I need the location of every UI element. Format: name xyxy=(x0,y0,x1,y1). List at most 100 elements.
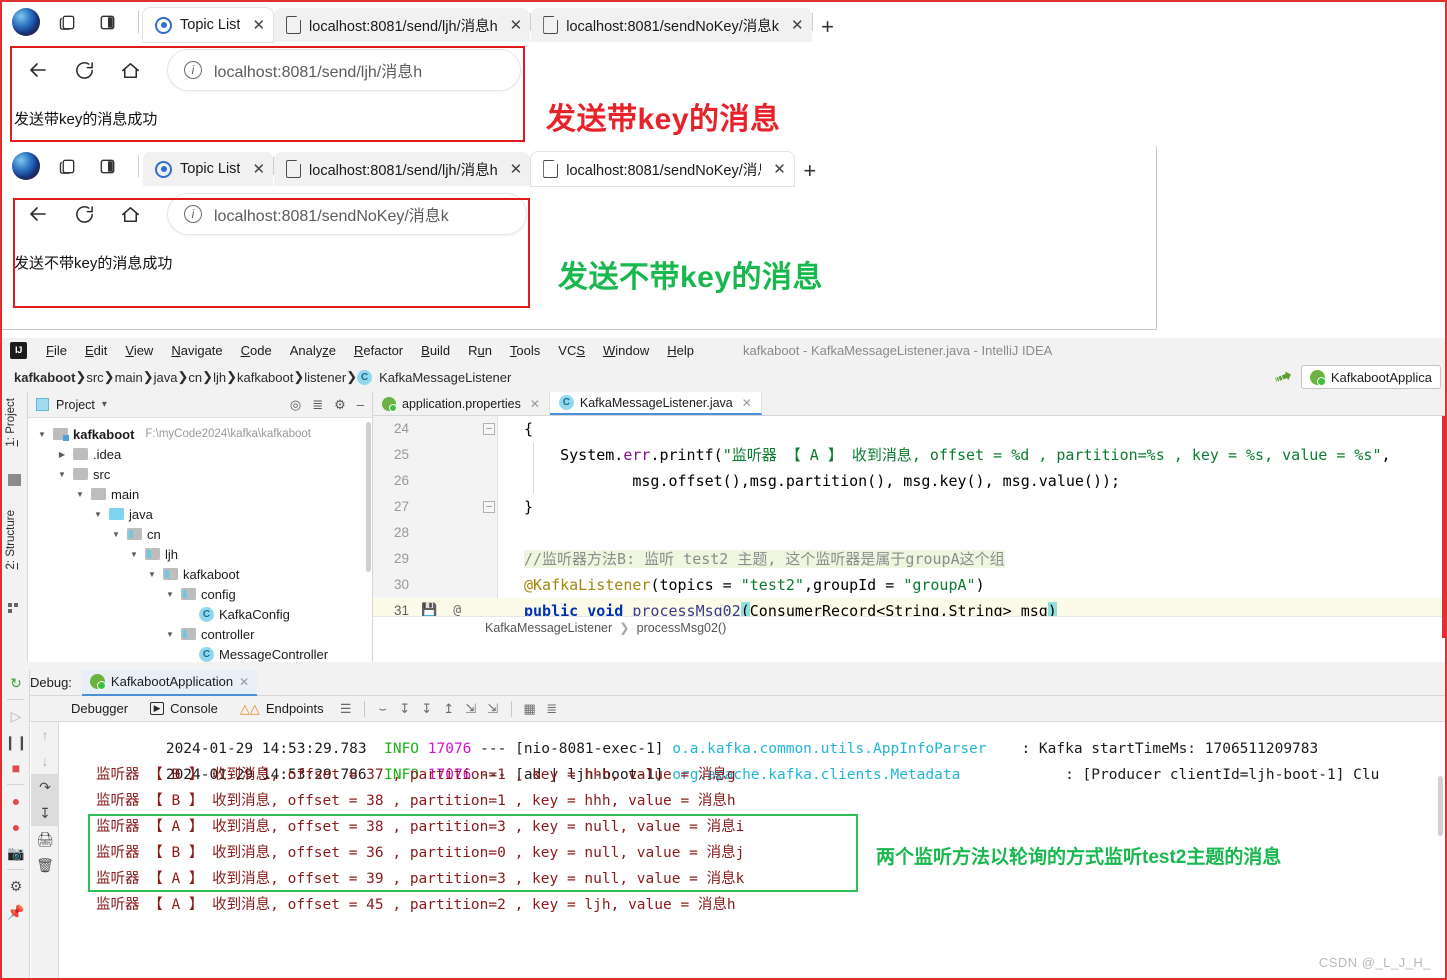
breadcrumb-item-ljh[interactable]: ljh xyxy=(213,370,226,385)
tree-item-config[interactable]: ▼ config xyxy=(28,584,372,604)
chevron-down-icon[interactable]: ▼ xyxy=(74,490,86,499)
run-configuration-selector[interactable]: KafkabootApplica xyxy=(1300,365,1441,389)
mute-breakpoints-icon[interactable]: ● xyxy=(2,814,30,840)
address-bar[interactable]: i localhost:8081/sendNoKey/消息k xyxy=(168,194,526,234)
tree-item-idea[interactable]: ▶ .idea xyxy=(28,444,372,464)
tab-close-icon[interactable]: ✕ xyxy=(742,396,752,410)
editor-tab-application-properties[interactable]: application.properties ✕ xyxy=(373,392,550,415)
breadcrumb-item-kafkaboot[interactable]: kafkaboot xyxy=(14,370,75,385)
force-step-into-icon[interactable]: ↧ xyxy=(416,698,438,720)
up-arrow-icon[interactable]: ↑ xyxy=(31,722,59,748)
menu-tools[interactable]: Tools xyxy=(501,341,549,360)
menu-navigate[interactable]: Navigate xyxy=(162,341,231,360)
tab-close-icon[interactable]: ✕ xyxy=(248,160,265,178)
tab-close-icon[interactable]: ✕ xyxy=(787,16,804,34)
tree-item-kafkaboot[interactable]: ▼ kafkaboot xyxy=(28,564,372,584)
collapse-all-icon[interactable]: ≣ xyxy=(312,397,323,413)
menu-run[interactable]: Run xyxy=(459,341,501,360)
browser2-tab-0[interactable]: Topic List ✕ xyxy=(143,152,274,186)
tree-item-cn[interactable]: ▼ cn xyxy=(28,524,372,544)
chevron-down-icon[interactable]: ▼ xyxy=(110,530,122,539)
soft-wrap-icon[interactable]: ↷ xyxy=(31,774,59,800)
chevron-down-icon[interactable]: ▼ xyxy=(56,470,68,479)
menu-help[interactable]: Help xyxy=(658,341,703,360)
debug-tab-endpoints[interactable]: △△ Endpoints xyxy=(229,696,335,722)
run-to-cursor-icon[interactable]: ⇲ xyxy=(482,698,504,720)
layout-settings-icon[interactable]: ☰ xyxy=(335,698,357,720)
chevron-down-icon[interactable]: ▼ xyxy=(36,430,48,439)
step-over-icon[interactable]: ⌣ xyxy=(372,698,394,720)
code-editor[interactable]: – – – 24 { 25 System.err.printf("监听器 【 A… xyxy=(373,416,1445,638)
editor-breadcrumb-method[interactable]: processMsg02() xyxy=(637,621,727,635)
trash-icon[interactable]: 🗑 xyxy=(31,852,59,878)
menu-view[interactable]: View xyxy=(116,341,162,360)
camera-icon[interactable]: 📷 xyxy=(2,840,30,866)
stop-icon[interactable]: ■ xyxy=(2,755,30,781)
collections-icon[interactable] xyxy=(54,153,80,179)
debug-tab-debugger[interactable]: Debugger xyxy=(60,696,139,722)
home-icon[interactable] xyxy=(108,194,152,234)
breadcrumb-item-src[interactable]: src xyxy=(86,370,103,385)
breadcrumb-item-cn[interactable]: cn xyxy=(188,370,202,385)
gear-icon[interactable]: ⚙ xyxy=(334,397,346,413)
menu-window[interactable]: Window xyxy=(594,341,658,360)
chevron-right-icon[interactable]: ▶ xyxy=(56,450,68,459)
tree-item-messagecontroller[interactable]: C MessageController xyxy=(28,644,372,664)
new-tab-button[interactable]: + xyxy=(813,12,843,42)
settings-gear-icon[interactable]: ⚙ xyxy=(2,873,30,899)
browser1-tab-2[interactable]: localhost:8081/sendNoKey/消息k ✕ xyxy=(531,8,812,42)
table-view-icon[interactable]: ▦ xyxy=(519,698,541,720)
chevron-down-icon[interactable]: ▾ xyxy=(102,399,107,410)
step-out-icon[interactable]: ↥ xyxy=(438,698,460,720)
tree-item-kafkaconfig[interactable]: C KafkaConfig xyxy=(28,604,372,624)
menu-build[interactable]: Build xyxy=(412,341,459,360)
browser1-tab-0[interactable]: Topic List ✕ xyxy=(143,8,274,42)
tree-item-java[interactable]: ▼ java xyxy=(28,504,372,524)
project-scrollbar[interactable] xyxy=(366,422,371,572)
debug-session-tab[interactable]: KafkabootApplication ✕ xyxy=(81,669,258,696)
pin-icon[interactable]: 📌 xyxy=(2,899,30,925)
chevron-down-icon[interactable]: ▼ xyxy=(92,510,104,519)
split-screen-icon[interactable] xyxy=(94,9,120,35)
print-icon[interactable]: 🖨 xyxy=(31,826,59,852)
tree-item-controller[interactable]: ▼ controller xyxy=(28,624,372,644)
tree-item-main[interactable]: ▼ main xyxy=(28,484,372,504)
locate-icon[interactable]: ◎ xyxy=(290,397,301,413)
hide-toolbar-icon[interactable]: ➟ xyxy=(1270,362,1296,392)
rerun-icon[interactable]: ↻ xyxy=(2,670,30,696)
down-arrow-icon[interactable]: ↓ xyxy=(31,748,59,774)
collections-icon[interactable] xyxy=(54,9,80,35)
chevron-down-icon[interactable]: ▼ xyxy=(146,570,158,579)
minimize-icon[interactable]: – xyxy=(357,397,364,412)
tab-close-icon[interactable]: ✕ xyxy=(769,160,786,178)
chevron-down-icon[interactable]: ▼ xyxy=(164,590,176,599)
site-info-icon[interactable]: i xyxy=(184,61,202,79)
tab-close-icon[interactable]: ✕ xyxy=(530,397,540,411)
browser2-tab-1[interactable]: localhost:8081/send/ljh/消息h ✕ xyxy=(274,152,531,186)
back-icon[interactable] xyxy=(16,50,60,90)
home-icon[interactable] xyxy=(108,50,152,90)
chevron-down-icon[interactable]: ▼ xyxy=(164,630,176,639)
tree-item-src[interactable]: ▼ src xyxy=(28,464,372,484)
chevron-down-icon[interactable]: ▼ xyxy=(128,550,140,559)
breadcrumb-item-java[interactable]: java xyxy=(154,370,178,385)
menu-code[interactable]: Code xyxy=(232,341,281,360)
reload-icon[interactable] xyxy=(62,50,106,90)
menu-refactor[interactable]: Refactor xyxy=(345,341,412,360)
debug-tab-console[interactable]: ▶ Console xyxy=(139,696,229,722)
breadcrumb-item-kafkaboot-pkg[interactable]: kafkaboot xyxy=(237,370,293,385)
pause-program-icon[interactable]: ❙❙ xyxy=(2,729,30,755)
split-screen-icon[interactable] xyxy=(94,153,120,179)
menu-vcs[interactable]: VCS xyxy=(549,341,594,360)
tab-close-icon[interactable]: ✕ xyxy=(506,16,523,34)
step-into-icon[interactable]: ↧ xyxy=(394,698,416,720)
editor-breadcrumb-class[interactable]: KafkaMessageListener xyxy=(485,621,612,635)
tool-window-structure[interactable]: 2: Structure xyxy=(5,510,17,569)
drop-frame-icon[interactable]: ⇲ xyxy=(460,698,482,720)
console-scrollbar[interactable] xyxy=(1438,776,1443,836)
breadcrumb-item-class[interactable]: C KafkaMessageListener xyxy=(357,369,511,385)
menu-analyze[interactable]: Analyze xyxy=(281,341,345,360)
view-breakpoints-icon[interactable]: ● xyxy=(2,788,30,814)
breadcrumb-item-main[interactable]: main xyxy=(115,370,143,385)
tab-close-icon[interactable]: ✕ xyxy=(239,675,249,689)
